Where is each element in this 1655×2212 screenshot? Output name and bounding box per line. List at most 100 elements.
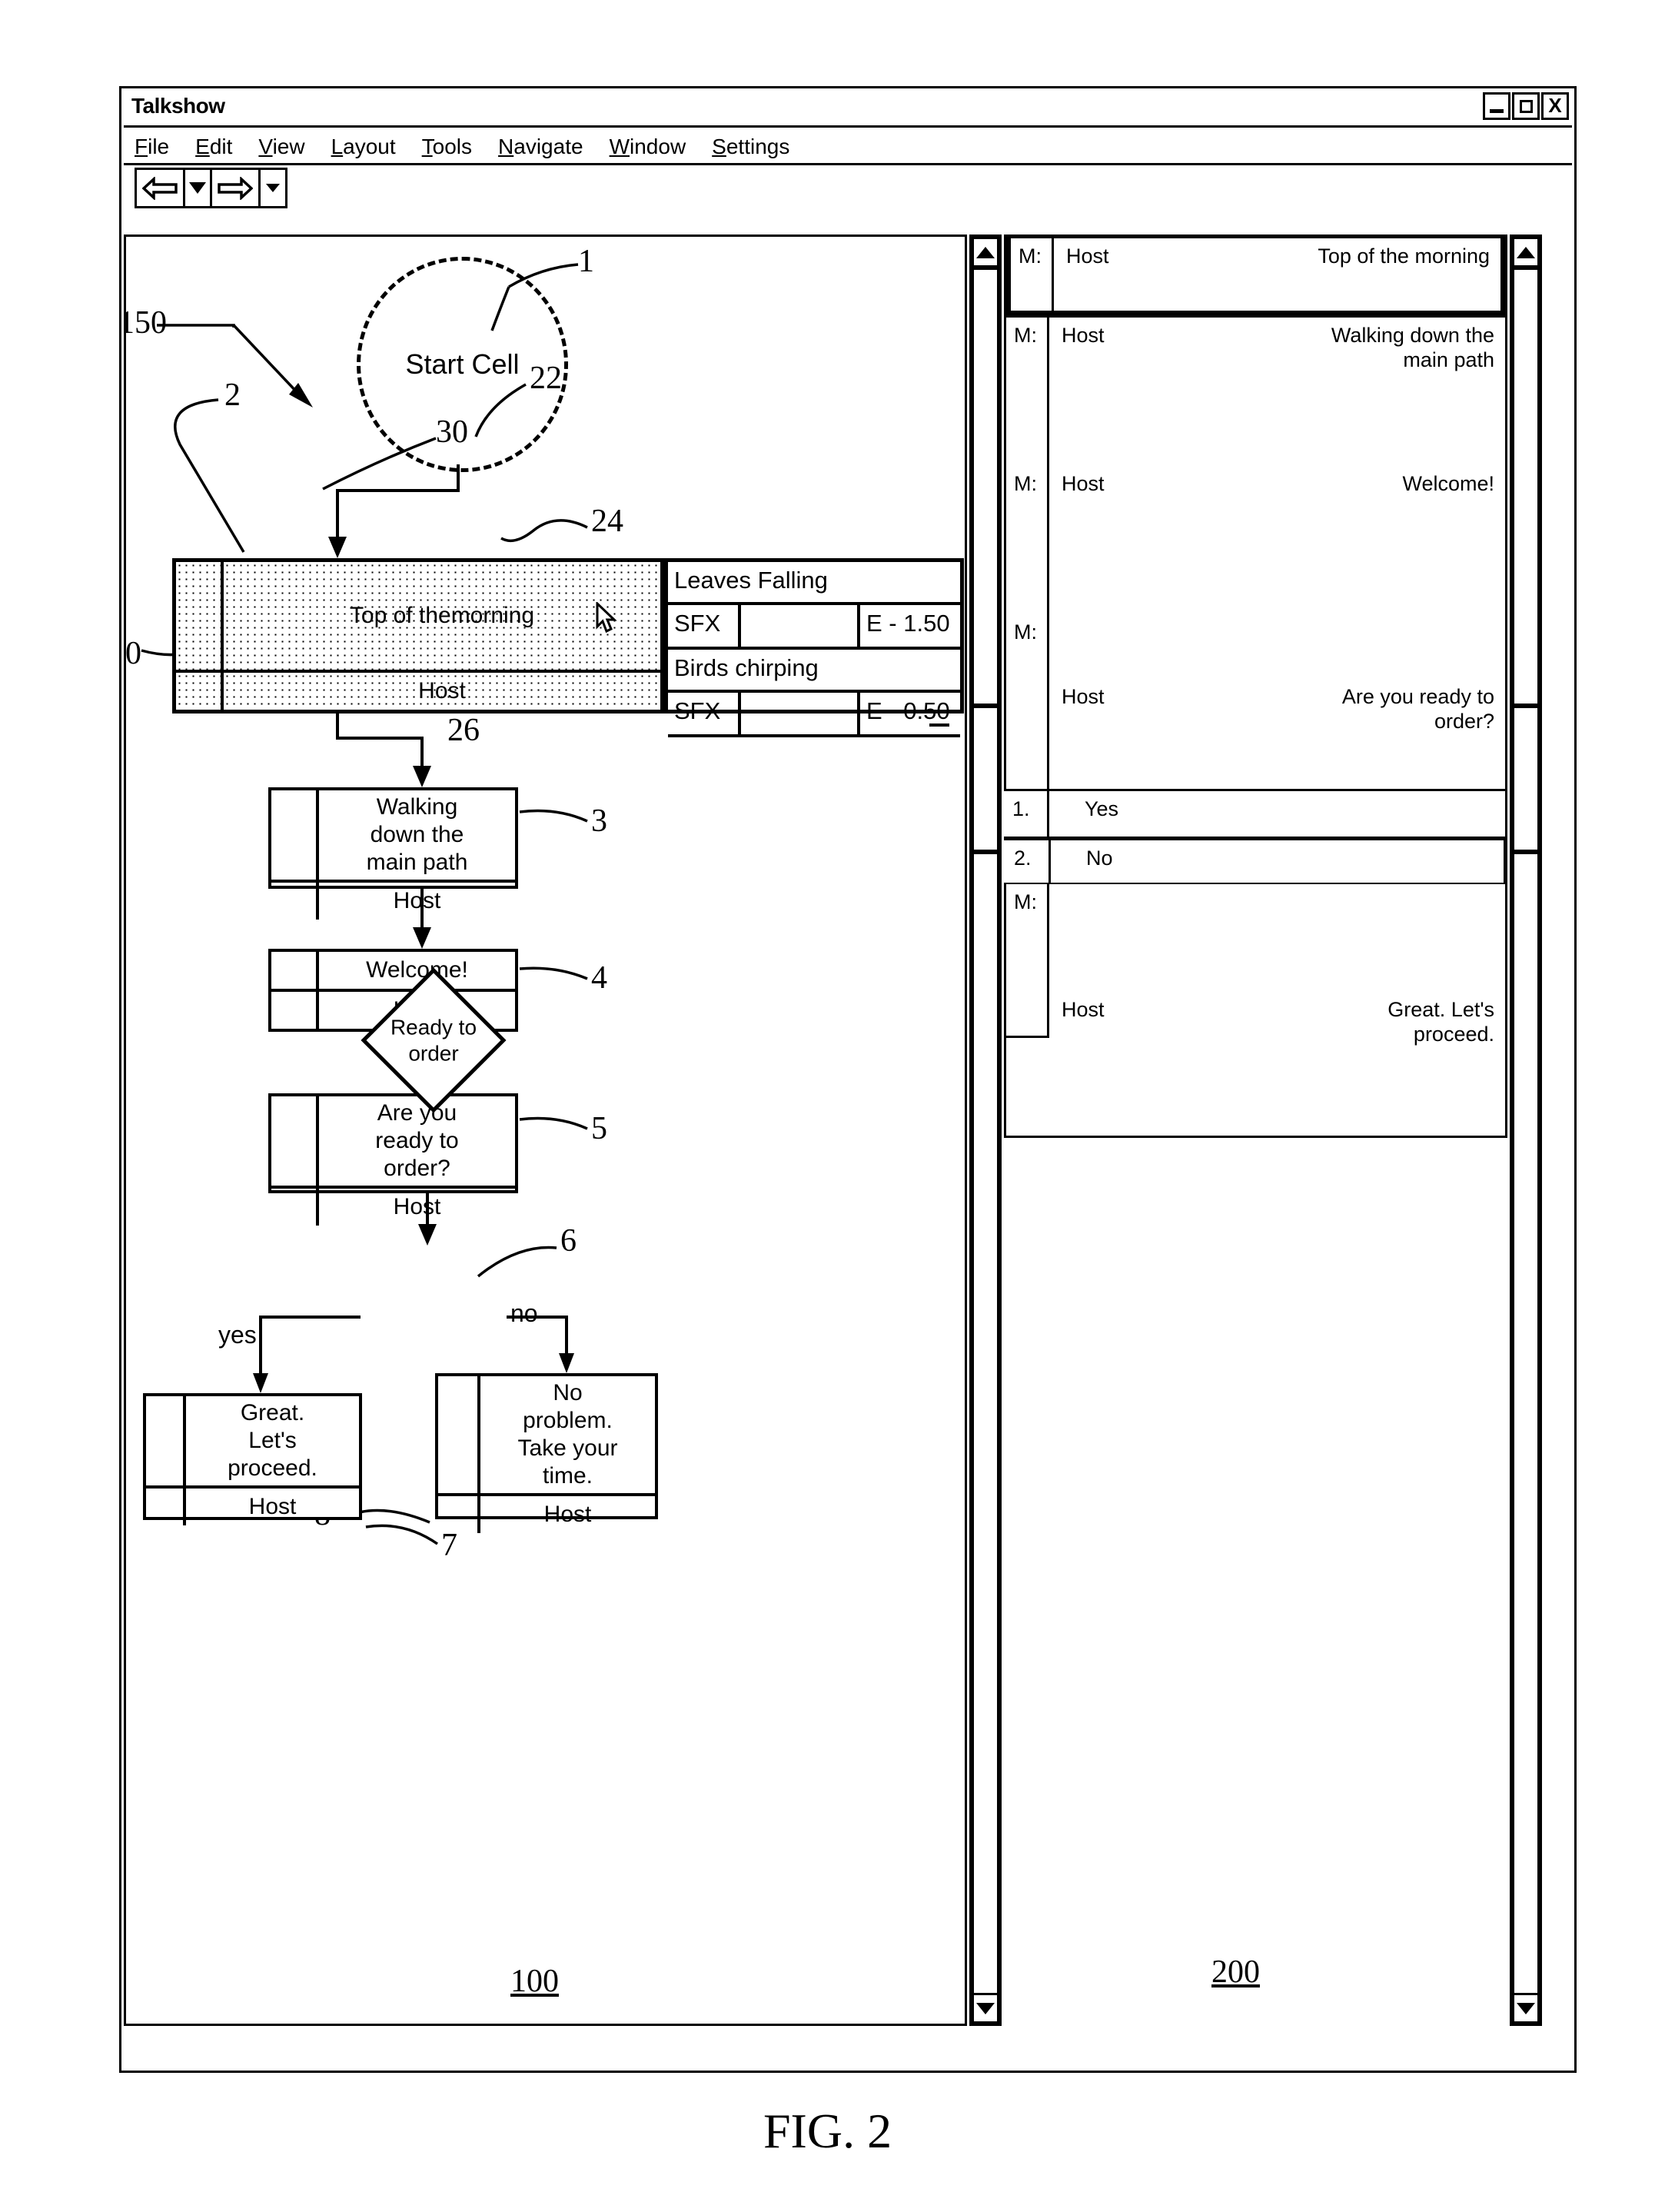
forward-button[interactable] bbox=[210, 168, 261, 208]
sfx-row-2-title: Birds chirping bbox=[668, 650, 960, 693]
flow-pane-scrollbar[interactable] bbox=[969, 235, 1002, 2026]
script-row-choice-2-text: No bbox=[1086, 847, 1113, 870]
script-row-3-speaker: Host bbox=[1062, 472, 1105, 495]
toolbar bbox=[124, 168, 287, 211]
flow-node-7-lower-gutter bbox=[146, 1489, 186, 1525]
back-history-button[interactable] bbox=[183, 168, 212, 208]
flow-node-8-speaker: Host bbox=[543, 1502, 592, 1527]
script-row-4-text: Are you ready to order? bbox=[1341, 685, 1494, 733]
flow-node-4-gutter bbox=[271, 952, 319, 989]
ref-numeral-150: 150 bbox=[126, 305, 167, 341]
maximize-icon bbox=[1519, 99, 1533, 113]
menu-item-window[interactable]: Window bbox=[610, 135, 686, 159]
maximize-button[interactable] bbox=[1512, 92, 1540, 120]
script-scroll-track-lower[interactable] bbox=[1512, 852, 1540, 1997]
back-button[interactable] bbox=[135, 168, 185, 208]
flow-scroll-down-button[interactable] bbox=[972, 1993, 999, 2024]
sfx-row-1-title: Leaves Falling bbox=[668, 562, 960, 605]
script-row-3[interactable]: M: Host Welcome! bbox=[1004, 466, 1507, 617]
flow-node-2-gutter bbox=[176, 562, 224, 670]
flow-scroll-track-lower[interactable] bbox=[972, 852, 999, 1997]
ref-numeral-1: 1 bbox=[578, 244, 594, 279]
work-area: 1 150 2 30 22 24 26 20 3 4 5 6 7 8 100 S… bbox=[124, 235, 1572, 2068]
ref-numeral-3: 3 bbox=[591, 803, 607, 839]
flow-node-7-gutter bbox=[146, 1396, 186, 1485]
script-row-choice-2-number: 2. bbox=[1004, 840, 1051, 883]
close-button[interactable]: X bbox=[1541, 92, 1569, 120]
script-row-1-speaker: Host bbox=[1066, 244, 1109, 268]
flow-node-2-line1: Top of the bbox=[349, 603, 451, 628]
forward-arrow-icon bbox=[218, 176, 253, 200]
ref-numeral-4: 4 bbox=[591, 960, 607, 996]
flow-chart-pane[interactable]: 1 150 2 30 22 24 26 20 3 4 5 6 7 8 100 S… bbox=[124, 235, 967, 2026]
flow-decision-6[interactable]: Ready to order bbox=[361, 967, 507, 1113]
menu-item-view[interactable]: View bbox=[258, 135, 304, 159]
close-icon: X bbox=[1548, 93, 1562, 117]
script-row-3-text: Welcome! bbox=[1402, 472, 1494, 495]
script-scroll-thumb-upper[interactable] bbox=[1512, 268, 1540, 706]
ref-numeral-26: 26 bbox=[447, 713, 480, 748]
script-row-5-speaker: Host bbox=[1062, 998, 1105, 1021]
script-row-2-text: Walking down the main path bbox=[1331, 324, 1494, 371]
scroll-down-icon bbox=[1517, 2002, 1535, 2014]
flow-node-3-text: Walking down the main path bbox=[366, 794, 468, 875]
menu-item-layout[interactable]: Layout bbox=[331, 135, 396, 159]
flow-pane-ref-label: 100 bbox=[510, 1964, 559, 1999]
flow-node-3-lower-gutter bbox=[271, 883, 319, 920]
flow-node-8-text: No problem. Take your time. bbox=[517, 1380, 618, 1489]
forward-history-button[interactable] bbox=[258, 168, 287, 208]
window-controls: X bbox=[1483, 92, 1569, 120]
script-pane-scrollbar[interactable] bbox=[1510, 235, 1542, 2026]
sfx-row-1-mid bbox=[741, 605, 860, 647]
flow-node-7-text: Great. Let's proceed. bbox=[228, 1400, 317, 1481]
flow-node-2[interactable]: Top of the morning Host bbox=[172, 558, 664, 713]
script-row-choice-1[interactable]: 1. Yes bbox=[1004, 789, 1507, 839]
script-row-choice-2[interactable]: 2. No bbox=[1004, 837, 1507, 886]
flow-scroll-thumb[interactable] bbox=[972, 706, 999, 852]
script-row-3-marker: M: bbox=[1006, 466, 1049, 614]
script-scroll-thumb[interactable] bbox=[1512, 706, 1540, 852]
script-row-5-text: Great. Let's proceed. bbox=[1387, 998, 1494, 1046]
minimize-button[interactable] bbox=[1483, 92, 1510, 120]
script-row-5[interactable]: M: Host Great. Let's proceed. bbox=[1004, 884, 1507, 1138]
sfx-row-1-timing: E - 1.50 bbox=[866, 610, 950, 637]
title-bar: Talkshow X bbox=[124, 91, 1572, 128]
menu-bar: File Edit View Layout Tools Navigate Win… bbox=[124, 130, 1572, 165]
script-scroll-up-button[interactable] bbox=[1512, 237, 1540, 268]
figure-caption: FIG. 2 bbox=[763, 2104, 892, 2158]
flow-node-3-speaker: Host bbox=[393, 888, 441, 913]
flow-node-4-lower-gutter bbox=[271, 992, 319, 1029]
scroll-down-icon bbox=[976, 2002, 995, 2014]
menu-item-settings[interactable]: Settings bbox=[712, 135, 789, 159]
script-row-4[interactable]: M: Host Are you ready to order? bbox=[1004, 614, 1507, 791]
flow-node-8[interactable]: No problem. Take your time. Host bbox=[435, 1373, 658, 1533]
flow-node-7[interactable]: Great. Let's proceed. Host bbox=[143, 1393, 362, 1525]
branch-label-no: no bbox=[510, 1299, 538, 1327]
menu-item-file[interactable]: File bbox=[135, 135, 169, 159]
ref-numeral-20: 20 bbox=[125, 636, 141, 671]
script-row-4-marker: M: bbox=[1006, 614, 1049, 789]
scroll-up-icon bbox=[1517, 246, 1535, 258]
start-cell-label: Start Cell bbox=[405, 348, 520, 380]
script-row-2[interactable]: M: Host Walking down the main path bbox=[1004, 318, 1507, 468]
script-row-1[interactable]: M: Host Top of the morning bbox=[1004, 235, 1507, 318]
script-row-2-speaker: Host bbox=[1062, 324, 1105, 347]
minimize-icon bbox=[1490, 108, 1504, 113]
chevron-down-small-icon bbox=[266, 184, 280, 192]
sfx-row-2-timing: E - 0.50 bbox=[866, 697, 950, 724]
flow-node-8-lower-gutter bbox=[438, 1496, 480, 1533]
flow-node-2-sfx-panel[interactable]: Leaves Falling SFX E - 1.50 Birds chirpi… bbox=[664, 558, 964, 737]
script-pane-ref-label: 200 bbox=[1211, 1954, 1260, 1990]
ref-numeral-6: 6 bbox=[560, 1223, 577, 1259]
menu-item-edit[interactable]: Edit bbox=[195, 135, 232, 159]
flow-node-3-gutter bbox=[271, 790, 319, 880]
flow-scroll-thumb-upper[interactable] bbox=[972, 268, 999, 706]
flow-scroll-up-button[interactable] bbox=[972, 237, 999, 268]
script-scroll-down-button[interactable] bbox=[1512, 1993, 1540, 2024]
menu-item-navigate[interactable]: Navigate bbox=[498, 135, 583, 159]
start-cell-node[interactable]: Start Cell bbox=[357, 257, 568, 472]
flow-node-3[interactable]: Walking down the main path Host bbox=[268, 787, 518, 920]
back-arrow-icon bbox=[142, 176, 178, 200]
menu-item-tools[interactable]: Tools bbox=[422, 135, 472, 159]
script-pane[interactable]: M: Host Top of the morning M: Host Walki… bbox=[1004, 235, 1507, 2026]
